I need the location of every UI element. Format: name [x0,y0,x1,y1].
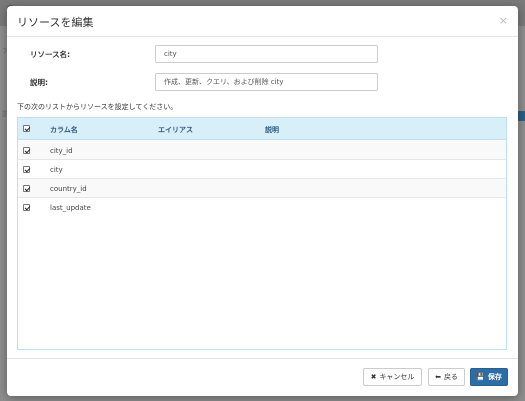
column-name-cell: city_id [50,147,73,155]
modal-header: リソースを編集 × [7,6,518,37]
table-row[interactable]: last_update [18,198,506,217]
cancel-label: キャンセル [379,373,415,381]
resource-name-input[interactable] [155,45,378,63]
resource-name-row: リソース名: [7,45,518,64]
resource-name-label: リソース名: [30,50,71,59]
close-icon: ✖ [370,372,377,381]
footer-divider [7,358,518,359]
description-row: 説明: [7,73,518,92]
floppy-disk-icon: 💾 [476,372,485,381]
column-header-alias: エイリアス [158,126,193,134]
column-name-cell: last_update [50,204,91,212]
column-name-cell: country_id [50,185,87,193]
column-header-name: カラム名 [50,126,78,134]
back-button[interactable]: ⬅ 戻る [428,368,465,386]
description-label: 説明: [30,78,48,87]
column-header-description: 説明 [265,126,279,134]
description-input[interactable] [155,73,378,91]
row-checkbox[interactable] [23,147,30,154]
select-all-checkbox[interactable] [23,125,30,132]
cancel-button[interactable]: ✖ キャンセル [363,368,422,386]
table-row[interactable]: city_id [18,141,506,160]
table-header: カラム名 エイリアス 説明 [18,118,506,140]
arrow-left-icon: ⬅ [435,372,441,381]
back-label: 戻る [443,373,458,381]
close-icon[interactable]: × [499,14,508,27]
table-row[interactable]: country_id [18,179,506,198]
row-checkbox[interactable] [23,204,30,211]
edit-resource-modal: リソースを編集 × リソース名: 説明: 下の次のリストからリソースを設定してく… [7,6,518,396]
row-checkbox[interactable] [23,166,30,173]
modal-title: リソースを編集 [17,16,94,29]
instruction-text: 下の次のリストからリソースを設定してください。 [17,103,178,111]
save-label: 保存 [487,373,502,381]
row-checkbox[interactable] [23,185,30,192]
table-row[interactable]: city [18,160,506,179]
columns-table: カラム名 エイリアス 説明 city_id city country_id la… [17,117,507,350]
save-button[interactable]: 💾 保存 [470,368,508,386]
column-name-cell: city [50,166,63,174]
